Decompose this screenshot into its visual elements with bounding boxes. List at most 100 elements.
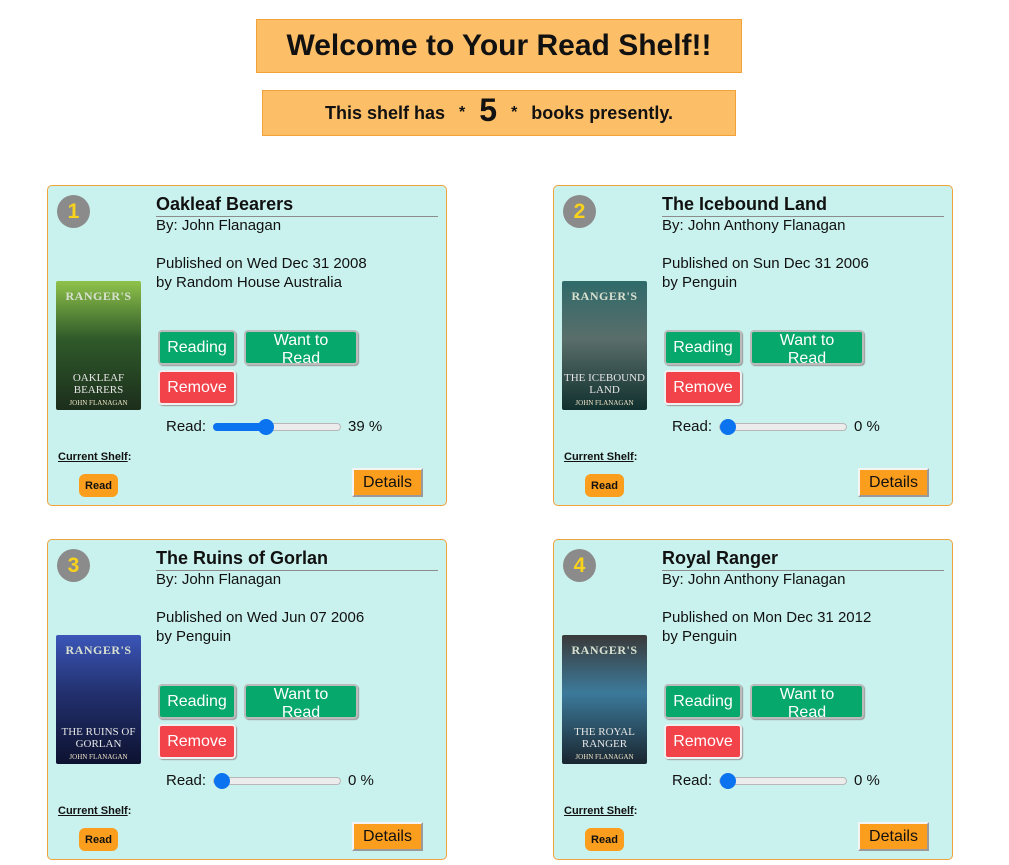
slider-thumb[interactable] (720, 418, 737, 435)
shelf-badge: Read (79, 474, 118, 497)
read-progress-slider[interactable] (213, 772, 342, 789)
publisher: by Penguin (156, 628, 232, 645)
read-progress-row: Read: 39 % (166, 418, 382, 435)
book-number-badge: 1 (57, 195, 90, 228)
slider-fill (213, 422, 265, 431)
want-to-read-button[interactable]: Want to Read (244, 330, 358, 367)
published-date: Published on Sun Dec 31 2006 (662, 255, 869, 272)
read-label: Read: (672, 772, 713, 789)
read-progress-row: Read: 0 % (672, 772, 880, 789)
current-shelf-label: Current Shelf: (564, 451, 637, 463)
cover-title-text: THE ROYAL RANGER (574, 726, 635, 750)
book-title: Royal Ranger (662, 548, 944, 571)
book-count-banner: This shelf has * 5 * books presently. (262, 90, 736, 136)
publication-info: Published on Wed Dec 31 2008 by Random H… (156, 254, 367, 292)
book-card: 3 The Ruins of Gorlan By: John Flanagan … (47, 539, 447, 860)
book-count: 5 (479, 91, 498, 128)
count-suffix: books presently. (531, 102, 674, 123)
reading-button[interactable]: Reading (664, 330, 742, 365)
page-title: Welcome to Your Read Shelf!! (286, 29, 712, 62)
read-percent: 0 % (854, 772, 880, 789)
book-title: The Icebound Land (662, 194, 944, 217)
read-progress-slider[interactable] (213, 418, 342, 435)
colon: : (127, 451, 132, 463)
book-number: 4 (573, 553, 586, 577)
read-progress-slider[interactable] (719, 772, 848, 789)
details-button[interactable]: Details (858, 822, 929, 851)
current-shelf-text: Current Shelf (564, 451, 634, 463)
cover-author-text: JOHN FLANAGAN (575, 753, 634, 761)
book-author: By: John Anthony Flanagan (662, 571, 846, 588)
star-decoration: * (511, 104, 518, 121)
book-author: By: John Flanagan (156, 217, 282, 234)
book-cover-image: RANGER'S OAKLEAF BEARERS JOHN FLANAGAN (56, 281, 141, 410)
want-to-read-button[interactable]: Want to Read (750, 684, 864, 721)
read-percent: 0 % (348, 772, 374, 789)
cover-series-text: RANGER'S (65, 643, 132, 657)
current-shelf-label: Current Shelf: (58, 451, 131, 463)
page-title-banner: Welcome to Your Read Shelf!! (256, 19, 742, 73)
colon: : (633, 451, 638, 463)
details-button[interactable]: Details (352, 822, 423, 851)
read-percent: 39 % (348, 418, 383, 435)
shelf-badge: Read (585, 828, 624, 851)
cover-title-text: THE ICEBOUND LAND (564, 372, 645, 396)
reading-button[interactable]: Reading (664, 684, 742, 719)
book-number: 3 (67, 553, 80, 577)
book-number-badge: 3 (57, 549, 90, 582)
slider-thumb[interactable] (257, 418, 274, 435)
colon: : (633, 805, 638, 817)
remove-button[interactable]: Remove (158, 724, 236, 759)
details-button[interactable]: Details (352, 468, 423, 497)
publisher: by Random House Australia (156, 274, 342, 291)
cover-title-text: THE RUINS OF GORLAN (61, 726, 136, 750)
book-cover-image: RANGER'S THE ROYAL RANGER JOHN FLANAGAN (562, 635, 647, 764)
published-date: Published on Wed Dec 31 2008 (156, 255, 367, 272)
book-title: Oakleaf Bearers (156, 194, 438, 217)
book-card: 1 Oakleaf Bearers By: John Flanagan Publ… (47, 185, 447, 506)
cover-series-text: RANGER'S (571, 289, 638, 303)
read-progress-slider[interactable] (719, 418, 848, 435)
book-cover-image: RANGER'S THE ICEBOUND LAND JOHN FLANAGAN (562, 281, 647, 410)
cover-author-text: JOHN FLANAGAN (69, 753, 128, 761)
book-number: 2 (573, 199, 586, 223)
details-button[interactable]: Details (858, 468, 929, 497)
book-author: By: John Anthony Flanagan (662, 217, 846, 234)
book-cover-image: RANGER'S THE RUINS OF GORLAN JOHN FLANAG… (56, 635, 141, 764)
remove-button[interactable]: Remove (158, 370, 236, 405)
cover-series-text: RANGER'S (571, 643, 638, 657)
book-number-badge: 4 (563, 549, 596, 582)
slider-thumb[interactable] (720, 772, 737, 789)
publication-info: Published on Wed Jun 07 2006 by Penguin (156, 608, 364, 646)
want-to-read-button[interactable]: Want to Read (244, 684, 358, 721)
publisher: by Penguin (662, 274, 738, 291)
current-shelf-text: Current Shelf (564, 805, 634, 817)
book-number: 1 (67, 199, 80, 223)
current-shelf-text: Current Shelf (58, 451, 128, 463)
remove-button[interactable]: Remove (664, 724, 742, 759)
read-label: Read: (672, 418, 713, 435)
book-title: The Ruins of Gorlan (156, 548, 438, 571)
read-progress-row: Read: 0 % (672, 418, 880, 435)
book-author: By: John Flanagan (156, 571, 282, 588)
published-date: Published on Wed Jun 07 2006 (156, 609, 365, 626)
cover-title-text: OAKLEAF BEARERS (72, 372, 125, 396)
reading-button[interactable]: Reading (158, 684, 236, 719)
cover-series-text: RANGER'S (65, 289, 132, 303)
read-label: Read: (166, 418, 207, 435)
slider-thumb[interactable] (214, 772, 231, 789)
cover-author-text: JOHN FLANAGAN (69, 399, 128, 407)
colon: : (127, 805, 132, 817)
reading-button[interactable]: Reading (158, 330, 236, 365)
book-number-badge: 2 (563, 195, 596, 228)
read-progress-row: Read: 0 % (166, 772, 374, 789)
read-label: Read: (166, 772, 207, 789)
published-date: Published on Mon Dec 31 2012 (662, 609, 872, 626)
publication-info: Published on Mon Dec 31 2012 by Penguin (662, 608, 871, 646)
current-shelf-text: Current Shelf (58, 805, 128, 817)
remove-button[interactable]: Remove (664, 370, 742, 405)
star-decoration: * (459, 104, 466, 121)
current-shelf-label: Current Shelf: (58, 805, 131, 817)
want-to-read-button[interactable]: Want to Read (750, 330, 864, 367)
cover-author-text: JOHN FLANAGAN (575, 399, 634, 407)
